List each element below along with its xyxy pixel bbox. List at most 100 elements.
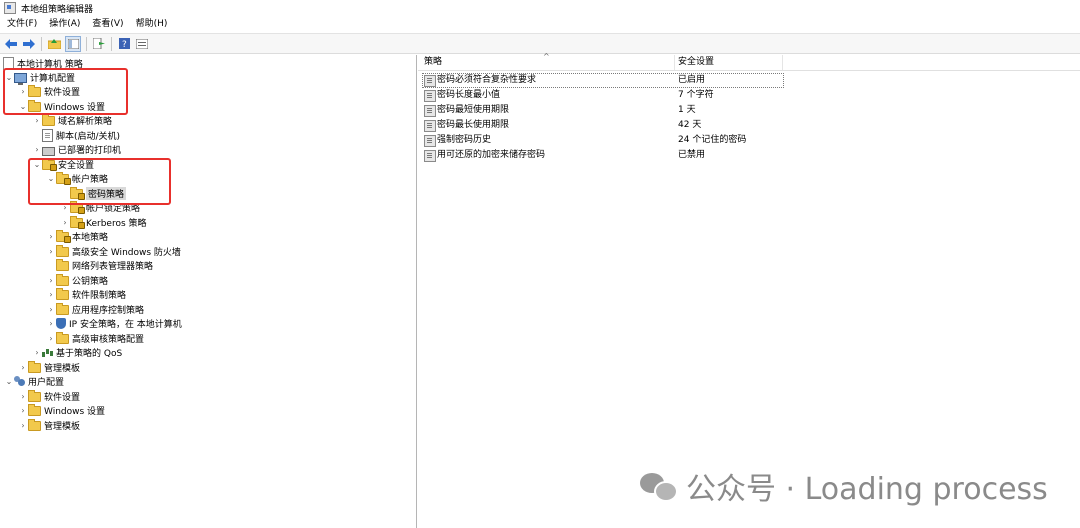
chevron-right-icon[interactable]: › — [60, 215, 70, 229]
list-header: 策略 ^ 安全设置 — [418, 52, 1080, 71]
chevron-right-icon[interactable]: › — [18, 84, 28, 98]
tree-label: Windows 设置 — [44, 406, 106, 417]
help-icon[interactable]: ? — [117, 37, 131, 51]
tree-node-user-config[interactable]: ⌄ 用户配置 — [4, 374, 64, 388]
tree-label: 管理模板 — [44, 421, 81, 432]
tree-node-software-settings[interactable]: › 软件设置 — [18, 84, 80, 98]
tree-node-password-policy[interactable]: 密码策略 — [60, 186, 127, 200]
chevron-right-icon[interactable]: › — [46, 331, 56, 345]
list-item[interactable]: 用可还原的加密来储存密码 已禁用 — [418, 148, 1080, 162]
tree-node-scripts[interactable]: 脚本(启动/关机) — [32, 128, 120, 142]
column-header-policy[interactable]: 策略 — [424, 55, 442, 70]
tree-node-public-key[interactable]: › 公钥策略 — [46, 273, 108, 287]
watermark: 公众号 · Loading process — [640, 466, 1048, 507]
chevron-right-icon[interactable]: › — [60, 200, 70, 214]
menu-action[interactable]: 操作(A) — [44, 16, 85, 33]
tree-label: 高级安全 Windows 防火墙 — [72, 247, 181, 258]
chevron-down-icon[interactable]: ⌄ — [32, 157, 42, 171]
tree-node-user-admin-templates[interactable]: › 管理模板 — [18, 418, 80, 432]
menu-help[interactable]: 帮助(H) — [131, 16, 173, 33]
chevron-right-icon[interactable]: › — [46, 302, 56, 316]
chevron-right-icon[interactable]: › — [46, 244, 56, 258]
chevron-right-icon[interactable]: › — [46, 316, 56, 330]
tree-node-printers[interactable]: › 已部署的打印机 — [32, 142, 121, 156]
back-arrow-icon[interactable] — [4, 37, 18, 51]
tree-label: 基于策略的 QoS — [56, 348, 123, 359]
tree-node-windows-settings[interactable]: ⌄ Windows 设置 — [18, 99, 105, 113]
tree-label: 用户配置 — [28, 377, 65, 388]
chevron-right-icon[interactable]: › — [46, 287, 56, 301]
policy-item-icon — [424, 75, 436, 87]
folder-icon — [28, 419, 41, 431]
tree-label: 软件限制策略 — [72, 290, 127, 301]
column-divider[interactable] — [782, 55, 783, 70]
menu-file[interactable]: 文件(F) — [2, 16, 42, 33]
column-divider[interactable] — [674, 55, 675, 70]
menu-view[interactable]: 查看(V) — [87, 16, 128, 33]
chevron-down-icon[interactable]: ⌄ — [4, 374, 14, 388]
export-list-icon[interactable] — [92, 37, 106, 51]
chevron-right-icon[interactable]: › — [32, 113, 42, 127]
chevron-right-icon[interactable]: › — [46, 229, 56, 243]
tree-node-kerberos-policy[interactable]: › Kerberos 策略 — [60, 215, 147, 229]
tree-node-root[interactable]: 本地计算机 策略 — [3, 56, 83, 70]
tree-node-app-control[interactable]: › 应用程序控制策略 — [46, 302, 144, 316]
tree-node-lockout-policy[interactable]: › 帐户锁定策略 — [60, 200, 140, 214]
tree-label: 软件设置 — [44, 392, 81, 403]
list-item[interactable]: 强制密码历史 24 个记住的密码 — [418, 133, 1080, 147]
chevron-right-icon[interactable]: › — [32, 142, 42, 156]
chevron-right-icon[interactable]: › — [32, 345, 42, 359]
up-folder-icon[interactable] — [47, 37, 61, 51]
chevron-down-icon[interactable]: ⌄ — [46, 171, 56, 185]
computer-icon — [14, 73, 27, 85]
tree-node-name-resolution[interactable]: › 域名解析策略 — [32, 113, 112, 127]
tree-node-admin-templates[interactable]: › 管理模板 — [18, 360, 80, 374]
window-title: 本地组策略编辑器 — [21, 4, 94, 15]
chevron-right-icon[interactable]: › — [18, 360, 28, 374]
tree-label: 网络列表管理器策略 — [72, 261, 154, 272]
tree-node-user-windows[interactable]: › Windows 设置 — [18, 403, 105, 417]
tree-node-firewall[interactable]: › 高级安全 Windows 防火墙 — [46, 244, 181, 258]
policy-name: 密码必须符合复杂性要求 — [437, 75, 537, 85]
policy-name: 密码最长使用期限 — [437, 120, 510, 130]
tree-node-security-settings[interactable]: ⌄ 安全设置 — [32, 157, 94, 171]
tree-label: 帐户策略 — [72, 174, 109, 185]
tree-node-qos[interactable]: › 基于策略的 QoS — [32, 345, 122, 359]
tree-node-computer-config[interactable]: ⌄ 计算机配置 — [4, 70, 75, 85]
app-icon — [4, 2, 16, 14]
chevron-down-icon[interactable]: ⌄ — [4, 70, 14, 84]
chevron-right-icon[interactable]: › — [46, 273, 56, 287]
list-item[interactable]: 密码最长使用期限 42 天 — [418, 118, 1080, 132]
forward-arrow-icon[interactable] — [22, 37, 36, 51]
show-tree-icon[interactable] — [65, 35, 81, 52]
chevron-right-icon[interactable]: › — [18, 389, 28, 403]
chevron-right-icon[interactable]: › — [18, 418, 28, 432]
properties-icon[interactable] — [135, 37, 149, 51]
tree-node-local-policies[interactable]: › 本地策略 — [46, 229, 108, 243]
wechat-icon — [640, 471, 678, 502]
tree-node-software-restriction[interactable]: › 软件限制策略 — [46, 287, 126, 301]
tree-node-ipsec[interactable]: › IP 安全策略，在 本地计算机 — [46, 316, 182, 330]
tree-node-network-list[interactable]: 网络列表管理器策略 — [46, 258, 153, 272]
list-item[interactable]: 密码必须符合复杂性要求 已启用 — [418, 73, 1080, 88]
folder-icon — [56, 274, 69, 286]
column-header-setting[interactable]: 安全设置 — [678, 55, 714, 70]
tree-label: 高级审核策略配置 — [72, 334, 145, 345]
tree-node-account-policies[interactable]: ⌄ 帐户策略 — [46, 171, 108, 185]
tree-node-user-software[interactable]: › 软件设置 — [18, 389, 80, 403]
policy-list-pane[interactable]: 策略 ^ 安全设置 密码必须符合复杂性要求 已启用 密码长度最小值 7 个字符 … — [418, 52, 1080, 528]
chevron-down-icon[interactable]: ⌄ — [18, 99, 28, 113]
toolbar-separator — [86, 36, 87, 51]
list-item[interactable]: 密码最短使用期限 1 天 — [418, 103, 1080, 117]
chevron-right-icon[interactable]: › — [18, 403, 28, 417]
list-item[interactable]: 密码长度最小值 7 个字符 — [418, 88, 1080, 102]
folder-icon — [56, 303, 69, 315]
tree-label: 帐户锁定策略 — [86, 203, 141, 214]
tree-pane[interactable]: 本地计算机 策略 ⌄ 计算机配置 › 软件设置 ⌄ Windows 设置 › 域… — [0, 55, 417, 528]
tree-label: 域名解析策略 — [58, 116, 113, 127]
policy-name: 强制密码历史 — [437, 135, 492, 145]
users-icon — [14, 376, 25, 386]
tree-node-audit[interactable]: › 高级审核策略配置 — [46, 331, 144, 345]
tree-label: 本地策略 — [72, 232, 109, 243]
